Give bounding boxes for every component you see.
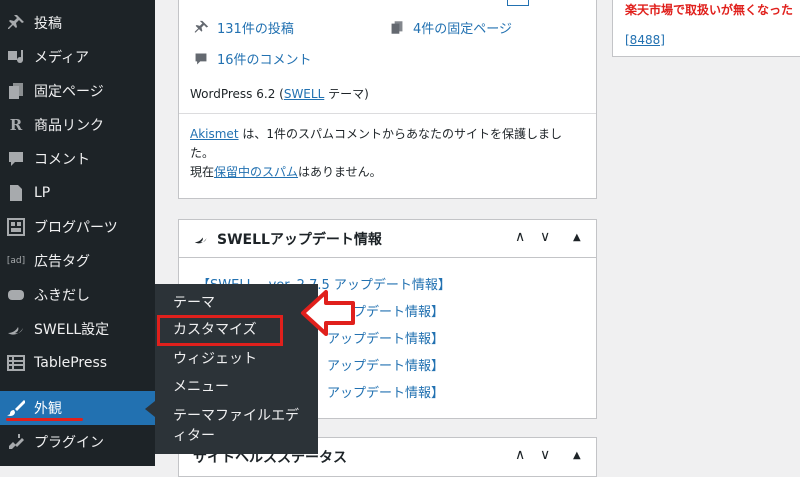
sidebar-item-label: ブログパーツ	[34, 220, 118, 236]
swell-icon	[6, 319, 26, 339]
divider	[179, 113, 596, 114]
alert-text: 楽天市場で取扱いが無くなった	[625, 3, 794, 17]
move-down-button[interactable]: ∨	[540, 447, 550, 463]
table-icon	[6, 353, 26, 373]
swell-icon	[193, 232, 209, 246]
document-icon	[6, 183, 26, 203]
sidebar-item-product-link[interactable]: R 商品リンク	[0, 108, 155, 142]
wordpress-version: WordPress 6.2 (SWELL テーマ)	[190, 85, 369, 102]
annotation-underline	[6, 418, 83, 421]
sidebar-item-ad-tags[interactable]: [ad] 広告タグ	[0, 244, 155, 278]
submenu-item-theme-file-editor[interactable]: テーマファイルエディター	[173, 406, 301, 446]
grid-icon	[6, 217, 26, 237]
news-link[interactable]: アップデート情報】	[327, 382, 444, 401]
akismet-line-1: Akismet は、1件のスパムコメントからあなたのサイトを保護しまし	[190, 125, 562, 142]
sidebar-item-comments[interactable]: コメント	[0, 142, 155, 176]
akismet-link[interactable]: Akismet	[190, 127, 239, 141]
swell-widget-title: SWELLアップデート情報	[217, 232, 382, 248]
brush-icon	[6, 398, 26, 418]
scroll-hint	[507, 0, 529, 6]
glance-posts-link[interactable]: 131件の投稿	[217, 18, 294, 37]
sidebar-item-label: TablePress	[34, 355, 108, 371]
sidebar-item-lp[interactable]: LP	[0, 176, 155, 210]
wp-version-suffix: テーマ)	[324, 87, 369, 101]
sidebar-item-blog-parts[interactable]: ブログパーツ	[0, 210, 155, 244]
spam-suffix: はありません。	[298, 165, 382, 179]
wp-version-text: WordPress 6.2 (	[190, 87, 284, 101]
sidebar-item-label: SWELL設定	[34, 322, 110, 338]
news-link[interactable]: アップデート情報】	[327, 355, 444, 374]
divider	[179, 257, 596, 258]
sidebar-item-plugins[interactable]: プラグイン	[0, 425, 155, 459]
comment-icon	[6, 149, 26, 169]
sidebar-item-label: 投稿	[34, 16, 62, 32]
pin-icon	[193, 20, 209, 36]
sidebar-item-label: メディア	[34, 50, 90, 66]
sidebar-item-posts[interactable]: 投稿	[0, 6, 155, 40]
move-down-button[interactable]: ∨	[540, 229, 550, 245]
r-icon: R	[9, 116, 23, 134]
flyout-pointer	[145, 401, 155, 417]
move-up-button[interactable]: ∧	[515, 229, 525, 245]
media-icon	[6, 47, 26, 67]
page-icon	[389, 20, 405, 36]
annotation-arrow-icon	[301, 290, 355, 336]
sidebar-item-label: ふきだし	[34, 288, 90, 304]
sidebar-item-swell-settings[interactable]: SWELL設定	[0, 312, 155, 346]
sidebar-item-media[interactable]: メディア	[0, 40, 155, 74]
swell-widget-header: SWELLアップデート情報	[193, 229, 382, 249]
glance-pages[interactable]: 4件の固定ページ	[389, 18, 512, 37]
sidebar-item-label: 商品リンク	[34, 118, 104, 134]
sidebar-item-label: コメント	[34, 152, 90, 168]
akismet-line-2: た。	[190, 146, 215, 160]
submenu-item-themes[interactable]: テーマ	[173, 294, 215, 313]
bubble-icon	[6, 285, 26, 305]
pin-icon	[6, 13, 26, 33]
comment-icon	[193, 51, 209, 67]
sidebar-item-label: プラグイン	[34, 435, 104, 451]
ad-icon: [ad]	[6, 256, 26, 266]
collapse-toggle-button[interactable]: ▲	[573, 450, 581, 461]
glance-pages-link[interactable]: 4件の固定ページ	[413, 18, 512, 37]
pending-spam-link[interactable]: 保留中のスパム	[214, 165, 298, 179]
theme-link[interactable]: SWELL	[284, 87, 324, 101]
submenu-item-widgets[interactable]: ウィジェット	[173, 350, 257, 369]
spam-status: 現在保留中のスパムはありません。	[190, 163, 382, 180]
sidebar-item-label: LP	[34, 185, 51, 201]
plugin-icon	[6, 432, 26, 452]
item-id-link[interactable]: [8488]	[625, 33, 665, 47]
sidebar-item-pages[interactable]: 固定ページ	[0, 74, 155, 108]
akismet-text: は、1件のスパムコメントからあなたのサイトを保護しまし	[238, 127, 562, 141]
sidebar-item-balloon[interactable]: ふきだし	[0, 278, 155, 312]
annotation-highlight-box	[157, 315, 283, 346]
at-a-glance-widget: 131件の投稿 4件の固定ページ 16件のコメント WordPress 6.2 …	[178, 0, 597, 199]
glance-comments-link[interactable]: 16件のコメント	[217, 49, 312, 68]
glance-posts[interactable]: 131件の投稿	[193, 18, 294, 37]
spam-prefix: 現在	[190, 165, 215, 179]
submenu-item-menus[interactable]: メニュー	[173, 378, 229, 397]
sidebar-item-label: 固定ページ	[34, 84, 104, 100]
glance-comments[interactable]: 16件のコメント	[193, 49, 312, 68]
page-icon	[6, 81, 26, 101]
sidebar-item-label: 広告タグ	[34, 254, 90, 270]
sidebar-item-label: 外観	[34, 401, 62, 417]
appearance-submenu: テーマ カスタマイズ ウィジェット メニュー テーマファイルエディター	[155, 284, 318, 454]
sidebar-item-tablepress[interactable]: TablePress	[0, 346, 155, 380]
right-column-widget: 楽天市場で取扱いが無くなった [8488]	[612, 0, 800, 57]
collapse-toggle-button[interactable]: ▲	[573, 232, 581, 243]
admin-sidebar: 投稿 メディア 固定ページ R 商品リンク コメント LP ブログパーツ [ad…	[0, 0, 155, 466]
move-up-button[interactable]: ∧	[515, 447, 525, 463]
